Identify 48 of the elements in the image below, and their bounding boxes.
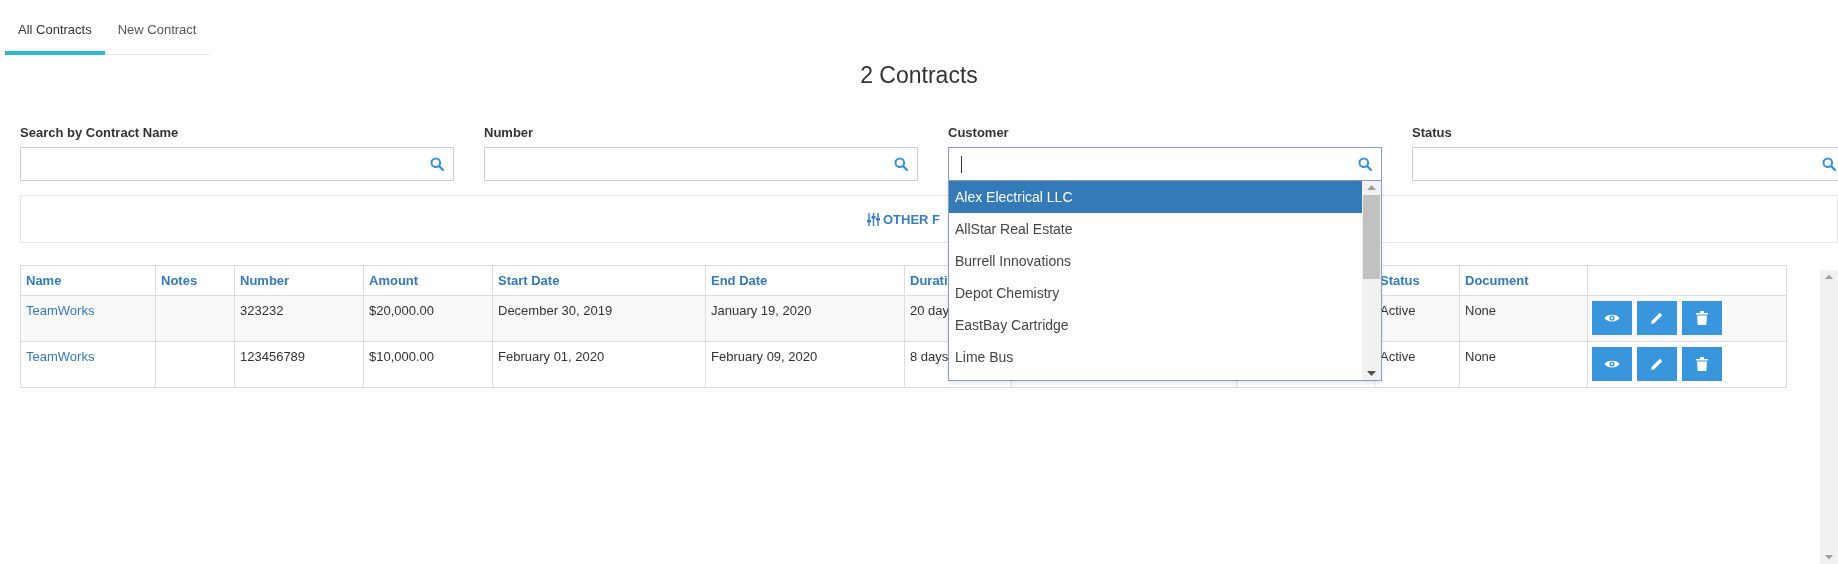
other-filters-button[interactable]: OTHER F	[867, 211, 941, 227]
field-label: Number	[484, 125, 534, 140]
table-cell: $10,000.00	[364, 342, 493, 388]
pencil-icon	[1650, 357, 1664, 371]
dropdown-option[interactable]: Burrell Innovations	[949, 245, 1362, 277]
edit-button[interactable]	[1637, 301, 1677, 335]
contract-link[interactable]: TeamWorks	[26, 349, 95, 364]
tab[interactable]: New Contract	[104, 4, 210, 55]
page-heading: 2 Contracts	[860, 61, 978, 90]
table-cell: December 30, 2019	[493, 296, 706, 342]
field-label: Status	[1412, 125, 1452, 140]
contract-link[interactable]: TeamWorks	[26, 303, 95, 318]
table-cell: 123456789	[235, 342, 364, 388]
trash-icon	[1696, 311, 1708, 325]
eye-icon	[1604, 358, 1620, 370]
eye-icon	[1604, 312, 1620, 324]
table-cell: None	[1460, 342, 1588, 388]
search-field[interactable]	[1412, 147, 1838, 181]
dropdown-option[interactable]: AllStar Real Estate	[949, 213, 1362, 245]
table-cell: January 19, 2020	[706, 296, 905, 342]
view-button[interactable]	[1592, 347, 1632, 381]
page-scrollbar[interactable]	[1820, 270, 1838, 564]
scrollbar[interactable]	[1362, 181, 1381, 380]
sliders-icon	[867, 212, 880, 226]
dropdown-option[interactable]: Lime Bus	[949, 341, 1362, 373]
search-icon	[1358, 157, 1372, 171]
search-field[interactable]	[948, 147, 1382, 181]
delete-button[interactable]	[1682, 347, 1722, 381]
text-cursor	[961, 156, 962, 173]
search-field[interactable]	[484, 147, 918, 181]
view-button[interactable]	[1592, 301, 1632, 335]
table-cell: None	[1460, 296, 1588, 342]
pencil-icon	[1650, 311, 1664, 325]
tab[interactable]: All Contracts	[5, 4, 105, 55]
dropdown-option[interactable]: Alex Electrical LLC	[949, 181, 1362, 213]
table-cell: February 01, 2020	[493, 342, 706, 388]
search-icon	[894, 157, 908, 171]
search-icon	[1822, 157, 1836, 171]
delete-button[interactable]	[1682, 301, 1722, 335]
field-label: Customer	[948, 125, 1009, 140]
search-field[interactable]	[20, 147, 454, 181]
search-icon	[430, 157, 444, 171]
table-cell: February 09, 2020	[706, 342, 905, 388]
edit-button[interactable]	[1637, 347, 1677, 381]
table-cell: 323232	[235, 296, 364, 342]
trash-icon	[1696, 357, 1708, 371]
table-cell: $20,000.00	[364, 296, 493, 342]
field-label: Search by Contract Name	[20, 125, 179, 140]
